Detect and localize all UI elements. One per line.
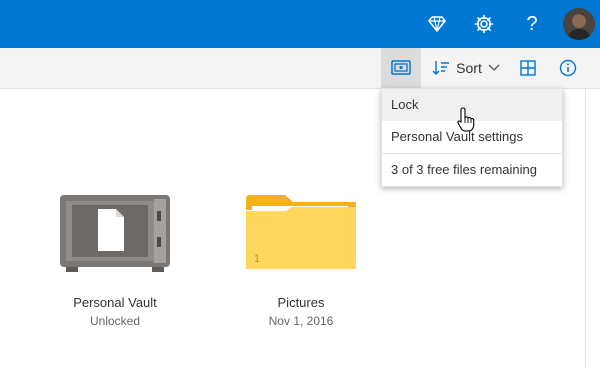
menu-item-free-files-remaining[interactable]: 3 of 3 free files remaining [382, 153, 562, 185]
sort-label: Sort [456, 60, 482, 76]
vertical-scrollbar[interactable] [585, 89, 600, 368]
info-icon [559, 59, 577, 77]
vault-safe-icon [60, 195, 170, 272]
help-question-icon[interactable]: ? [520, 12, 544, 36]
folder-icon: 1 [246, 195, 356, 269]
view-options-button[interactable] [512, 48, 544, 88]
folder-count-badge: 1 [254, 253, 260, 265]
file-tile-pictures[interactable]: 1 Pictures Nov 1, 2016 [236, 193, 366, 328]
user-avatar[interactable] [563, 8, 595, 40]
command-bar: Sort [0, 48, 600, 89]
sort-button[interactable]: Sort [426, 48, 506, 88]
file-name: Pictures [277, 295, 325, 310]
hand-pointer-cursor-icon [457, 107, 475, 132]
grid-view-icon [520, 60, 536, 76]
chevron-down-icon [488, 64, 500, 71]
settings-gear-icon[interactable] [472, 12, 496, 36]
personal-vault-menu: Lock Personal Vault settings 3 of 3 free… [381, 88, 563, 187]
sort-icon [432, 61, 450, 75]
top-header-bar: ? [0, 0, 600, 48]
personal-vault-button[interactable] [381, 48, 421, 88]
file-status: Unlocked [89, 314, 141, 328]
premium-diamond-icon[interactable] [425, 12, 449, 36]
personal-vault-icon [391, 60, 411, 75]
file-tile-personal-vault[interactable]: Personal Vault Unlocked [50, 193, 180, 328]
details-info-button[interactable] [552, 48, 584, 88]
file-date: Nov 1, 2016 [268, 314, 334, 328]
help-glyph: ? [526, 12, 538, 35]
file-name: Personal Vault [73, 295, 157, 310]
